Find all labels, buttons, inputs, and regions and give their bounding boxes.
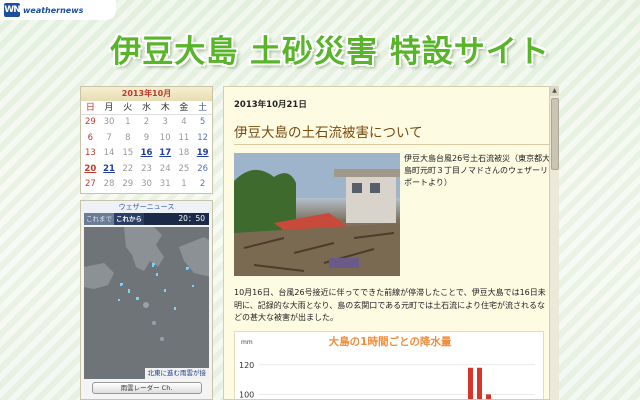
- calendar-weekday: 木: [155, 101, 175, 115]
- calendar-day: 14: [103, 148, 115, 159]
- calendar-day[interactable]: 21: [100, 162, 119, 178]
- chart-plot: mm 120 100: [239, 339, 535, 399]
- chart-ytick-label: 100: [239, 390, 254, 399]
- calendar-day: 29: [84, 117, 96, 127]
- calendar-day: 11: [178, 132, 190, 143]
- article-scrollbar[interactable]: ▲: [549, 86, 559, 400]
- radar-widget: ウェザーニュース これまで これから 20：50 北東に進む雨雲が接 雨雲レーダ…: [80, 200, 213, 400]
- scroll-thumb[interactable]: [551, 98, 559, 170]
- calendar-day: 3: [162, 117, 168, 127]
- calendar-day: 27: [84, 179, 96, 190]
- calendar-day: 22: [122, 163, 134, 174]
- weathernews-logo[interactable]: WN weathernews: [0, 0, 116, 20]
- calendar-weekday: 土: [193, 101, 212, 115]
- calendar-day[interactable]: 17: [156, 146, 175, 162]
- calendar-day: 23: [141, 163, 152, 174]
- calendar-day[interactable]: 19: [193, 146, 212, 162]
- disaster-photo-graphic: [234, 153, 400, 276]
- chart-ylabel: mm: [241, 339, 253, 346]
- chart-bar: [477, 367, 482, 399]
- article-body: 10月16日、台風26号接近に伴ってできた前線が停滞したことで、伊豆大島では16…: [234, 288, 546, 322]
- tab-past[interactable]: これまで: [84, 213, 114, 225]
- radar-channel-button[interactable]: 雨雲レーダー Ch.: [91, 382, 202, 394]
- calendar-weekday: 月: [99, 101, 119, 115]
- calendar-day: 13: [84, 148, 96, 159]
- calendar-day: 5: [199, 117, 206, 127]
- calendar-day: 2: [143, 117, 150, 127]
- radar-title: ウェザーニュース: [81, 201, 212, 213]
- calendar-grid: 日月火水木金土 29 30 1 2 3 4 5 6 7 8 9 10 11 12 13 14 15 16 17 18 19…: [81, 101, 212, 193]
- calendar-month: 2013年10月: [81, 87, 212, 101]
- calendar-day: 10: [159, 132, 171, 143]
- calendar-day: 26: [197, 163, 209, 174]
- radar-map[interactable]: 北東に進む雨雲が接: [84, 227, 209, 379]
- calendar-day: 28: [103, 179, 115, 190]
- calendar-day: 7: [106, 132, 112, 143]
- calendar-day: 4: [181, 117, 187, 127]
- calendar-day: 18: [178, 148, 190, 159]
- calendar-day: 6: [87, 132, 94, 143]
- logo-text: weathernews: [23, 5, 84, 15]
- calendar-weekday: 金: [174, 101, 194, 115]
- calendar: 2013年10月 日月火水木金土 29 30 1 2 3 4 5 6 7 8 9 10 11 12 13 14 1…: [80, 86, 213, 194]
- calendar-weekday: 火: [118, 101, 138, 115]
- radar-time: 20：50: [144, 213, 209, 225]
- article-panel: 2013年10月21日 伊豆大島の土石流被害について 伊豆大島台風26号土石流被…: [223, 86, 559, 400]
- calendar-weekday: 水: [137, 101, 156, 115]
- calendar-day: 15: [122, 148, 134, 159]
- logo-mark: WN: [4, 3, 21, 17]
- rainfall-chart: 大島の1時間ごとの降水量 mm 120 100: [234, 331, 544, 399]
- chart-bar: [468, 367, 473, 399]
- disaster-photo: [234, 153, 400, 276]
- calendar-day[interactable]: 16: [137, 146, 156, 162]
- article-date: 2013年10月21日: [234, 100, 307, 110]
- radar-message: 北東に進む雨雲が接: [144, 368, 209, 379]
- scroll-up-arrow-icon[interactable]: ▲: [550, 86, 559, 96]
- calendar-day: 2: [199, 179, 206, 190]
- calendar-day: 1: [125, 117, 131, 127]
- tab-future[interactable]: これから: [114, 213, 144, 225]
- calendar-day: 30: [141, 179, 152, 190]
- calendar-day: 12: [197, 132, 209, 143]
- calendar-day: 1: [181, 179, 187, 190]
- calendar-day: 30: [103, 117, 115, 127]
- chart-bar: [486, 394, 491, 399]
- calendar-day: 29: [122, 179, 134, 190]
- chart-ytick-label: 120: [239, 361, 254, 370]
- calendar-day: 8: [125, 132, 131, 143]
- calendar-day: 25: [178, 163, 190, 174]
- radar-map-graphic: [84, 227, 209, 379]
- calendar-day[interactable]: 20: [81, 162, 100, 178]
- radar-tabs: これまで これから 20：50: [84, 213, 209, 225]
- calendar-day: 31: [159, 179, 171, 190]
- site-title: 伊豆大島 土砂災害 特設サイト: [110, 34, 550, 70]
- calendar-weekday: 日: [81, 101, 100, 115]
- article-heading: 伊豆大島の土石流被害について: [234, 121, 550, 145]
- calendar-day: 9: [143, 132, 150, 143]
- photo-caption: 伊豆大島台風26号土石流被災（東京都大島町元町３丁目ノマドさんのウェザーリポート…: [404, 154, 551, 187]
- calendar-day: 24: [159, 163, 171, 174]
